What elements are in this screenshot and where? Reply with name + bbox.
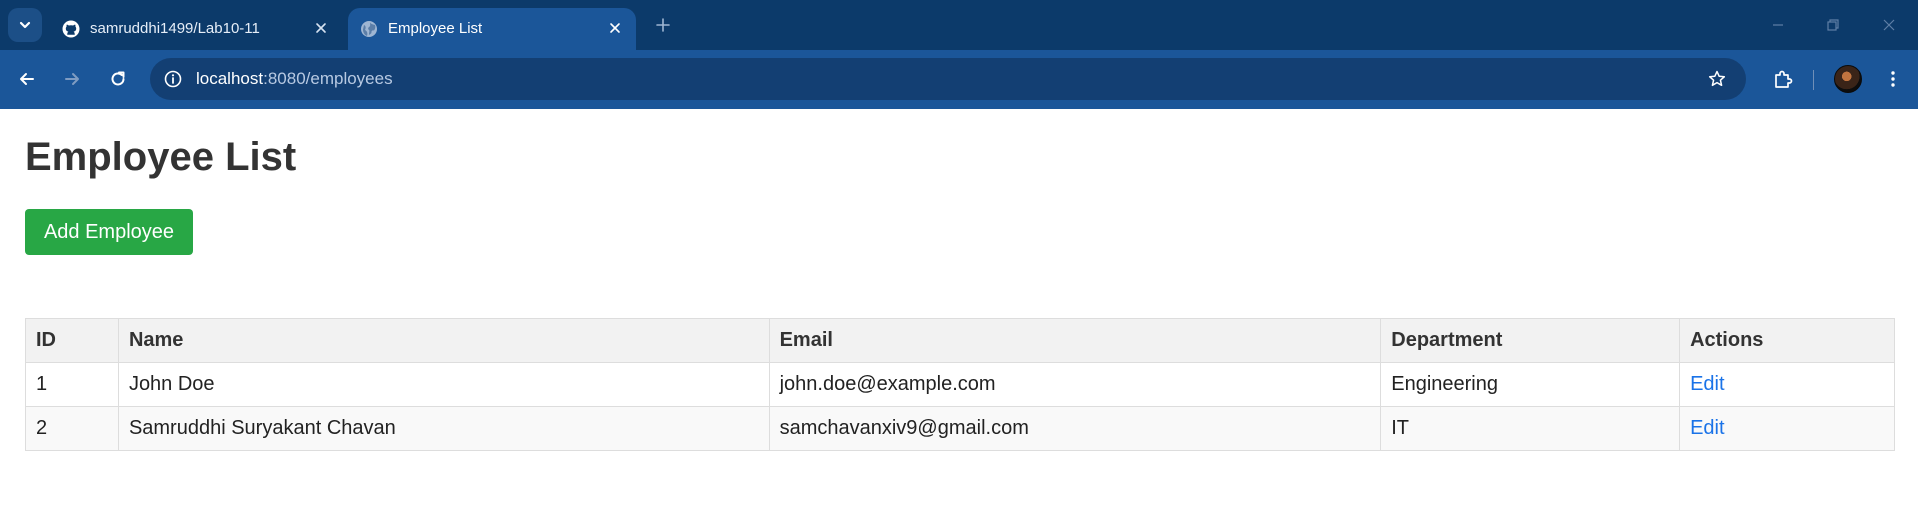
cell-actions: Edit — [1679, 362, 1895, 407]
close-icon[interactable] — [312, 19, 330, 37]
extensions-button[interactable] — [1768, 64, 1798, 94]
arrow-right-icon — [65, 73, 79, 85]
restore-button[interactable] — [1821, 13, 1845, 37]
tab-title: Employee List — [388, 20, 483, 37]
forward-button[interactable] — [57, 64, 87, 94]
menu-button[interactable] — [1878, 64, 1908, 94]
puzzle-icon — [1775, 70, 1793, 88]
cell-actions: Edit — [1679, 406, 1895, 451]
chevron-down-icon — [19, 21, 31, 29]
table-header-row: ID Name Email Department Actions — [25, 318, 1895, 363]
column-header-name: Name — [117, 318, 770, 363]
page-title: Employee List — [25, 135, 297, 179]
column-header-department: Department — [1380, 318, 1681, 363]
table-row: 1 John Doe john.doe@example.com Engineer… — [25, 362, 1895, 407]
reload-icon — [111, 71, 125, 86]
new-tab-button[interactable] — [652, 14, 674, 36]
tab-search-button[interactable] — [8, 8, 42, 42]
browser-tabstrip: samruddhi1499/Lab10-11 Employee List — [0, 0, 1918, 50]
cell-email: john.doe@example.com — [768, 362, 1382, 407]
cell-email: samchavanxiv9@gmail.com — [768, 406, 1382, 451]
tab-title: samruddhi1499/Lab10-11 — [90, 20, 260, 37]
arrow-left-icon — [20, 73, 34, 85]
reload-button[interactable] — [103, 64, 133, 94]
minimize-button[interactable] — [1766, 13, 1790, 37]
url-host: localhost — [196, 69, 264, 88]
cell-name: John Doe — [117, 362, 770, 407]
cell-id: 2 — [25, 406, 119, 451]
cell-department: IT — [1380, 406, 1681, 451]
profile-avatar[interactable] — [1834, 65, 1862, 93]
cell-name: Samruddhi Suryakant Chavan — [117, 406, 770, 451]
tab-github[interactable]: samruddhi1499/Lab10-11 — [50, 8, 342, 50]
close-window-button[interactable] — [1877, 13, 1901, 37]
minimize-icon — [1773, 24, 1783, 26]
tab-employee-list[interactable]: Employee List — [348, 8, 636, 50]
edit-link[interactable]: Edit — [1690, 417, 1724, 439]
employee-table: ID Name Email Department Actions 1 John … — [25, 318, 1895, 451]
restore-icon — [1827, 19, 1839, 31]
plus-icon — [656, 18, 670, 32]
site-info-icon[interactable] — [162, 68, 184, 90]
bookmark-star-icon[interactable] — [1706, 68, 1728, 90]
address-bar[interactable]: localhost:8080/employees — [150, 58, 1746, 100]
close-icon — [1883, 19, 1895, 31]
cell-id: 1 — [25, 362, 119, 407]
edit-link[interactable]: Edit — [1690, 373, 1724, 395]
close-icon[interactable] — [606, 19, 624, 37]
url-path: :8080/employees — [263, 69, 393, 88]
column-header-actions: Actions — [1679, 318, 1895, 363]
github-icon — [62, 20, 80, 38]
kebab-menu-icon — [1891, 71, 1895, 87]
browser-toolbar: localhost:8080/employees — [0, 50, 1918, 109]
column-header-email: Email — [768, 318, 1382, 363]
back-button[interactable] — [12, 64, 42, 94]
url-text[interactable]: localhost:8080/employees — [196, 69, 393, 89]
table-row: 2 Samruddhi Suryakant Chavan samchavanxi… — [25, 406, 1895, 451]
column-header-id: ID — [25, 318, 119, 363]
page-content: Employee List Add Employee ID Name Email… — [0, 109, 1918, 513]
add-employee-button[interactable]: Add Employee — [25, 209, 193, 255]
toolbar-divider — [1813, 70, 1814, 90]
cell-department: Engineering — [1380, 362, 1681, 407]
globe-icon — [361, 21, 377, 37]
